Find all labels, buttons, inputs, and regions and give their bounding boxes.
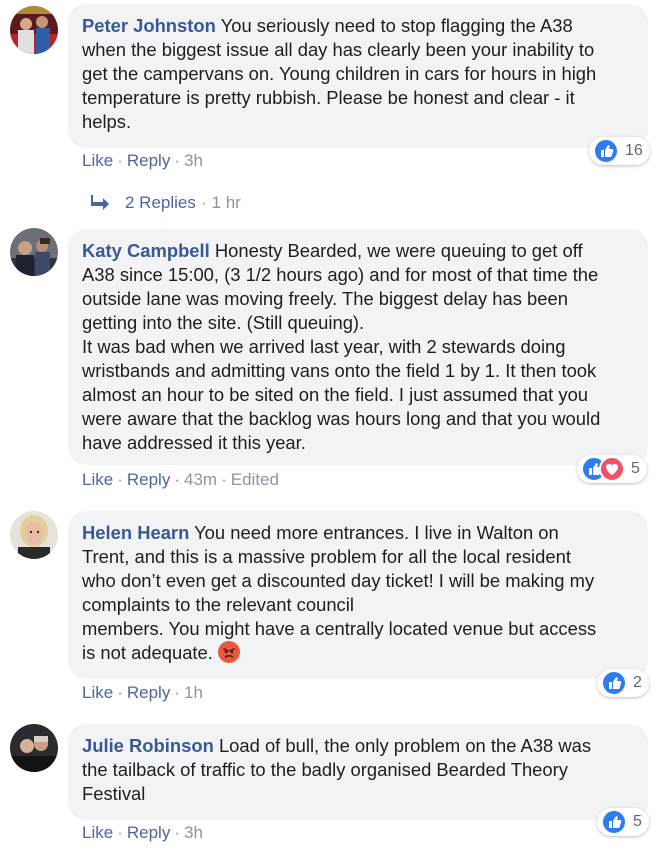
comment-text-line: complaints to the relevant council	[82, 594, 354, 615]
comment-author[interactable]: Julie Robinson	[82, 735, 214, 756]
like-icon	[601, 670, 627, 696]
comment-actions: Like · Reply · 43m · Edited	[82, 470, 279, 490]
reply-button[interactable]: Reply	[127, 470, 170, 489]
separator: ·	[117, 683, 123, 702]
reactions-summary[interactable]: 5	[597, 808, 649, 836]
reply-button[interactable]: Reply	[127, 823, 170, 842]
comment-text-line: Honesty Bearded, we were queuing to get …	[214, 240, 583, 261]
comment-text-line: getting into the site. (Still queuing).	[82, 312, 365, 333]
comment-text-line: wristbands and admitting vans onto the f…	[82, 360, 597, 381]
comment-author[interactable]: Peter Johnston	[82, 15, 216, 36]
replies-timestamp: 1 hr	[211, 193, 241, 212]
comment-actions: Like · Reply · 3h	[82, 823, 203, 843]
separator: ·	[117, 151, 123, 170]
reply-button[interactable]: Reply	[127, 683, 170, 702]
reaction-count: 2	[633, 674, 642, 691]
comment-timestamp[interactable]: 43m	[184, 470, 217, 489]
reactions-summary[interactable]: 5	[577, 455, 647, 483]
comment-text-line: Load of bull, the only problem on the A3…	[218, 735, 592, 756]
comment-bubble: Katy Campbell Honesty Bearded, we were q…	[68, 229, 648, 465]
reactions-summary[interactable]: 2	[597, 669, 649, 697]
comment-text-line: members. You might have a centrally loca…	[82, 618, 597, 639]
comment-text-line: Festival	[82, 783, 146, 804]
reply-arrow-icon	[90, 193, 114, 213]
love-icon	[599, 456, 625, 482]
comment-text-line: It was bad when we arrived last year, wi…	[82, 336, 566, 357]
comment-actions: Like · Reply · 3h	[82, 151, 203, 171]
comment-text-line: helps.	[82, 111, 132, 132]
comment-bubble: Helen Hearn You need more entrances. I l…	[68, 511, 648, 679]
separator: ·	[174, 470, 180, 489]
comment-actions: Like · Reply · 1h	[82, 683, 203, 703]
comment-text-line: get the campervans on. Young children in…	[82, 63, 597, 84]
view-replies[interactable]: 2 Replies · 1 hr	[90, 193, 241, 213]
like-button[interactable]: Like	[82, 683, 113, 702]
replies-link[interactable]: 2 Replies	[125, 193, 196, 213]
comment-text-line: when the biggest issue all day has clear…	[82, 39, 595, 60]
like-icon	[593, 138, 619, 164]
comment-text-line: who don’t even get a discounted day tick…	[82, 570, 595, 591]
comment-text-line: You seriously need to stop flagging the …	[220, 15, 573, 36]
comment-text-line: You need more entrances. I live in Walto…	[194, 522, 559, 543]
avatar[interactable]	[10, 228, 58, 276]
like-button[interactable]: Like	[82, 151, 113, 170]
separator: ·	[174, 683, 180, 702]
comment-author[interactable]: Helen Hearn	[82, 522, 189, 543]
separator: ·	[174, 823, 180, 842]
comment-text-line: were aware that the backlog was hours lo…	[82, 408, 601, 429]
separator: ·	[117, 823, 123, 842]
reaction-count: 5	[633, 813, 642, 830]
avatar[interactable]	[10, 511, 58, 559]
comment-text-line: outside lane was moving freely. The bigg…	[82, 288, 568, 309]
comment-timestamp[interactable]: 3h	[184, 151, 203, 170]
like-button[interactable]: Like	[82, 470, 113, 489]
comment-text-line: temperature is pretty rubbish. Please be…	[82, 87, 575, 108]
avatar[interactable]	[10, 6, 58, 54]
comment-timestamp[interactable]: 3h	[184, 823, 203, 842]
like-button[interactable]: Like	[82, 823, 113, 842]
reactions-summary[interactable]: 16	[589, 137, 650, 165]
comment-bubble: Peter Johnston You seriously need to sto…	[68, 4, 648, 148]
comment-text-line: Trent, and this is a massive problem for…	[82, 546, 571, 567]
comment-text-line: the tailback of traffic to the badly org…	[82, 759, 568, 780]
like-icon	[601, 809, 627, 835]
comment-timestamp[interactable]: 1h	[184, 683, 203, 702]
reaction-count: 5	[631, 460, 640, 477]
comment-author[interactable]: Katy Campbell	[82, 240, 210, 261]
comment-text-line: almost an hour to be sited on the field.…	[82, 384, 589, 405]
edited-label[interactable]: Edited	[231, 470, 279, 489]
separator: ·	[174, 151, 180, 170]
separator: ·	[117, 470, 123, 489]
avatar[interactable]	[10, 724, 58, 772]
angry-face-icon	[218, 641, 241, 663]
reply-button[interactable]: Reply	[127, 151, 170, 170]
comment-text-line: is not adequate.	[82, 642, 213, 663]
comment-text-line: have addressed it this year.	[82, 432, 306, 453]
comment-bubble: Julie Robinson Load of bull, the only pr…	[68, 724, 648, 820]
separator: ·	[221, 470, 227, 489]
reaction-count: 16	[625, 142, 643, 159]
comment-text-line: A38 since 15:00, (3 1/2 hours ago) and f…	[82, 264, 599, 285]
separator: ·	[200, 193, 207, 212]
